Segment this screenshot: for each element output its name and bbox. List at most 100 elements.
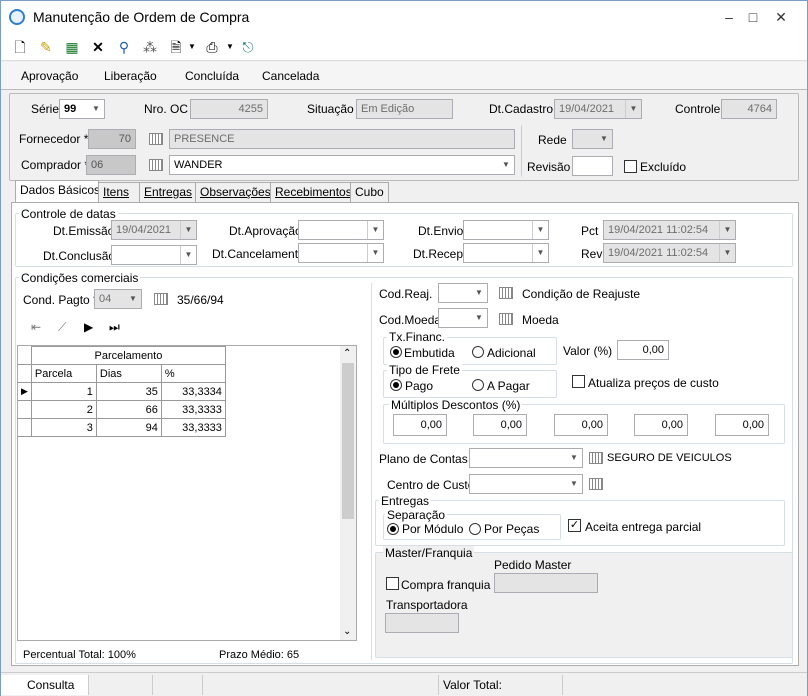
prazo-medio: Prazo Médio: 65 bbox=[219, 649, 300, 661]
rede-select[interactable]: ▼ bbox=[572, 129, 613, 149]
calendar-lookup-icon[interactable] bbox=[499, 287, 513, 299]
table-row[interactable]: ▶ 1 35 33,3334 bbox=[18, 382, 226, 401]
tab-observacoes[interactable]: Observações bbox=[195, 182, 271, 202]
maximize-button[interactable]: □ bbox=[745, 9, 761, 25]
dt-conclusao-field[interactable]: ▼ bbox=[111, 245, 197, 265]
por-pecas-radio[interactable] bbox=[469, 523, 481, 535]
tab-dados-basicos[interactable]: Dados Básicos bbox=[15, 180, 100, 203]
serie-select[interactable]: 99 ▼ bbox=[59, 99, 105, 119]
last-record-icon[interactable]: ⏭ bbox=[109, 320, 120, 335]
calendar-lookup-icon[interactable] bbox=[154, 293, 168, 305]
multiplos-title: Múltiplos Descontos (%) bbox=[389, 398, 523, 412]
edit-icon[interactable]: ✎ bbox=[37, 38, 55, 56]
wand-icon[interactable]: ⁂ bbox=[141, 38, 159, 56]
menu-concluida[interactable]: Concluída bbox=[185, 69, 239, 83]
new-document-icon[interactable]: 🗋 bbox=[11, 38, 29, 56]
print-icon[interactable]: ⎙ bbox=[203, 38, 221, 56]
scroll-up-icon[interactable]: ⌃ bbox=[343, 348, 351, 359]
minimize-button[interactable]: – bbox=[721, 9, 737, 25]
por-pecas-label: Por Peças bbox=[484, 522, 540, 536]
desconto-1-field[interactable]: 0,00 bbox=[393, 414, 447, 436]
desconto-3-field[interactable]: 0,00 bbox=[554, 414, 608, 436]
embutida-radio[interactable] bbox=[390, 346, 402, 358]
menu-cancelada[interactable]: Cancelada bbox=[262, 69, 319, 83]
compra-franquia-label: Compra franquia bbox=[401, 578, 491, 592]
pct-label: Pct bbox=[581, 224, 599, 238]
comprador-code-field[interactable]: 06 bbox=[86, 155, 136, 175]
table-row[interactable]: 2 66 33,3333 bbox=[18, 400, 226, 419]
excluido-checkbox[interactable] bbox=[624, 160, 637, 173]
prev-record-icon[interactable]: ⟋ bbox=[58, 320, 66, 335]
aceita-parcial-label: Aceita entrega parcial bbox=[585, 520, 702, 534]
centro-custo-select[interactable]: ▼ bbox=[469, 474, 583, 494]
print-dropdown-icon[interactable]: ▼ bbox=[221, 38, 239, 56]
pago-radio[interactable] bbox=[390, 379, 402, 391]
first-record-icon[interactable]: ⇤ bbox=[31, 320, 41, 334]
chevron-down-icon: ▼ bbox=[532, 221, 548, 239]
desconto-2-field[interactable]: 0,00 bbox=[473, 414, 527, 436]
chevron-down-icon: ▼ bbox=[719, 221, 735, 239]
title-bar: Manutenção de Ordem de Compra – □ ✕ bbox=[1, 1, 807, 33]
a-pagar-radio[interactable] bbox=[472, 379, 484, 391]
tab-cubo[interactable]: Cubo bbox=[350, 182, 389, 202]
dt-cancelamento-field[interactable]: ▼ bbox=[298, 243, 384, 263]
pct-field[interactable]: 19/04/2021 11:02:54 ▼ bbox=[603, 220, 736, 240]
calendar-lookup-icon[interactable] bbox=[589, 478, 603, 490]
dt-recep-field[interactable]: ▼ bbox=[463, 243, 549, 263]
dt-aprovacao-field[interactable]: ▼ bbox=[298, 220, 384, 240]
por-modulo-radio[interactable] bbox=[387, 523, 399, 535]
comprador-name-select[interactable]: WANDER ▼ bbox=[169, 155, 515, 175]
desconto-4-field[interactable]: 0,00 bbox=[634, 414, 688, 436]
grid-icon[interactable]: ▦ bbox=[63, 38, 81, 56]
toolbar: 🗋 ✎ ▦ ✕ ⚲ ⁂ 🗎 ▼ ⎙ ▼ ⎋ bbox=[1, 33, 807, 61]
chevron-down-icon: ▼ bbox=[600, 134, 608, 143]
cod-reaj-select[interactable]: ▼ bbox=[438, 283, 488, 303]
close-button[interactable]: ✕ bbox=[773, 9, 789, 25]
desconto-5-field[interactable]: 0,00 bbox=[715, 414, 769, 436]
search-icon[interactable]: ⚲ bbox=[115, 38, 133, 56]
menu-aprovacao[interactable]: Aprovação bbox=[21, 69, 78, 83]
aceita-parcial-checkbox[interactable]: ✓ bbox=[568, 519, 581, 532]
exit-icon[interactable]: ⎋ bbox=[239, 38, 257, 56]
master-franquia-title: Master/Franquia bbox=[383, 546, 475, 560]
tab-itens[interactable]: Itens bbox=[98, 182, 140, 202]
dt-emissao-field[interactable]: 19/04/2021 ▼ bbox=[111, 220, 197, 240]
delete-icon[interactable]: ✕ bbox=[89, 38, 107, 56]
status-valor-total: Valor Total: 755,400000 bbox=[439, 675, 563, 695]
calendar-lookup-icon[interactable] bbox=[589, 452, 603, 464]
calendar-lookup-icon[interactable] bbox=[499, 313, 513, 325]
dt-envio-field[interactable]: ▼ bbox=[463, 220, 549, 240]
dt-recep-label: Dt.Recep bbox=[413, 247, 464, 261]
compra-franquia-checkbox[interactable] bbox=[386, 577, 399, 590]
next-record-icon[interactable]: ▶ bbox=[84, 320, 93, 334]
preview-dropdown-icon[interactable]: ▼ bbox=[183, 38, 201, 56]
valor-pct-field[interactable]: 0,00 bbox=[617, 340, 669, 360]
plano-contas-select[interactable]: ▼ bbox=[469, 448, 583, 468]
fornecedor-code-field[interactable]: 70 bbox=[88, 129, 136, 149]
calendar-lookup-icon[interactable] bbox=[149, 159, 163, 171]
scroll-down-icon[interactable]: ⌄ bbox=[343, 626, 351, 637]
atualiza-label: Atualiza preços de custo bbox=[588, 376, 719, 390]
parcelamento-table: Parcelamento Parcela Dias% ▶ 1 35 33,3334 26… bbox=[18, 346, 226, 437]
chevron-down-icon: ▼ bbox=[719, 244, 735, 262]
situacao-label: Situação bbox=[307, 102, 354, 116]
controle-field: 4764 bbox=[721, 99, 777, 119]
chevron-down-icon: ▼ bbox=[367, 221, 383, 239]
condicoes-title: Condições comerciais bbox=[19, 271, 141, 285]
scrollbar-thumb[interactable] bbox=[342, 363, 354, 519]
chevron-down-icon: ▼ bbox=[475, 313, 483, 322]
chevron-down-icon: ▼ bbox=[180, 246, 196, 264]
tab-entregas[interactable]: Entregas bbox=[139, 182, 196, 202]
revisao-field[interactable] bbox=[572, 156, 613, 176]
table-row[interactable]: 3 94 33,3333 bbox=[18, 418, 226, 437]
adicional-radio[interactable] bbox=[472, 346, 484, 358]
rev-field[interactable]: 19/04/2021 11:02:54 ▼ bbox=[603, 243, 736, 263]
cond-pagto-select[interactable]: 04 ▼ bbox=[94, 289, 142, 309]
calendar-lookup-icon[interactable] bbox=[149, 133, 163, 145]
cod-moeda-select[interactable]: ▼ bbox=[438, 308, 488, 328]
atualiza-checkbox[interactable] bbox=[572, 375, 585, 388]
menu-liberacao[interactable]: Liberação bbox=[104, 69, 157, 83]
nro-oc-label: Nro. OC bbox=[144, 102, 189, 116]
plano-contas-label: Plano de Contas * bbox=[379, 452, 476, 466]
tab-recebimentos[interactable]: Recebimentos bbox=[270, 182, 352, 202]
